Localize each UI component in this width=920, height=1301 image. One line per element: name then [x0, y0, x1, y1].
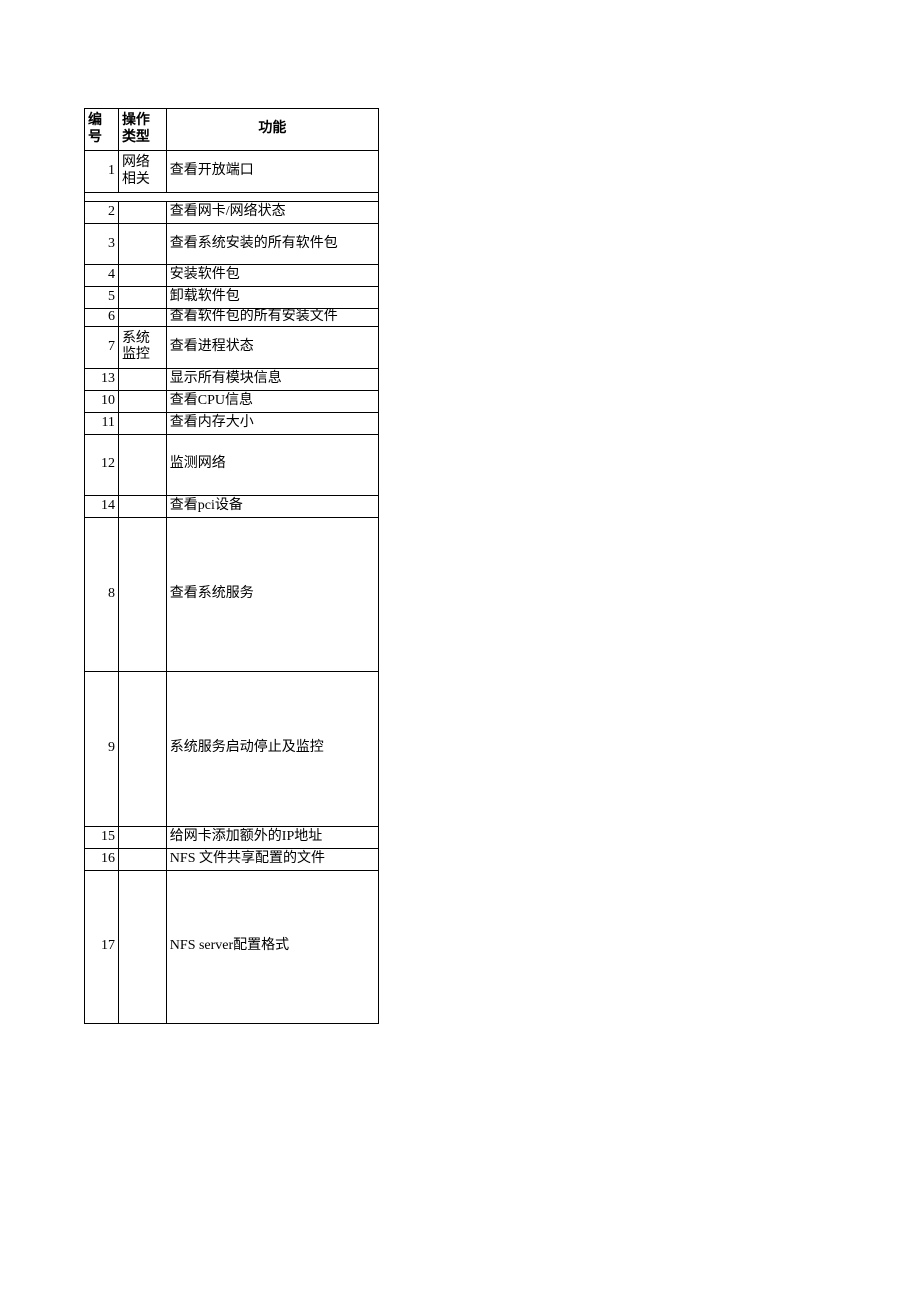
cell-num: 10 — [85, 390, 119, 412]
cell-type — [118, 202, 166, 224]
table-row: 11 查看内存大小 — [85, 412, 379, 434]
cell-type — [118, 434, 166, 495]
cell-func: 查看软件包的所有安装文件 — [166, 309, 378, 327]
cell-func: 查看网卡/网络状态 — [166, 202, 378, 224]
cell-type — [118, 870, 166, 1023]
table-row: 10 查看CPU信息 — [85, 390, 379, 412]
cell-type — [118, 412, 166, 434]
cell-num: 6 — [85, 309, 119, 327]
spacer-row — [85, 193, 379, 202]
cell-type — [118, 517, 166, 671]
cell-type — [118, 224, 166, 265]
table-row: 2 查看网卡/网络状态 — [85, 202, 379, 224]
cell-func: 给网卡添加额外的IP地址 — [166, 826, 378, 848]
table-row: 14 查看pci设备 — [85, 495, 379, 517]
cell-func: 查看进程状态 — [166, 326, 378, 368]
table-row: 7系统监控查看进程状态 — [85, 326, 379, 368]
cell-func: NFS server配置格式 — [166, 870, 378, 1023]
cell-func: 显示所有模块信息 — [166, 368, 378, 390]
cell-func: 查看系统安装的所有软件包 — [166, 224, 378, 265]
reference-table: 编号 操作类型 功能 1网络相关查看开放端口 2 查看网卡/网络状态 3 查看系统安装的… — [84, 108, 379, 1024]
table-row: 9 系统服务启动停止及监控 — [85, 671, 379, 826]
cell-func: 查看pci设备 — [166, 495, 378, 517]
table-row: 15 给网卡添加额外的IP地址 — [85, 826, 379, 848]
cell-func: 系统服务启动停止及监控 — [166, 671, 378, 826]
cell-num: 4 — [85, 265, 119, 287]
cell-type — [118, 309, 166, 327]
cell-type — [118, 848, 166, 870]
cell-func: 卸载软件包 — [166, 287, 378, 309]
table-row: 3 查看系统安装的所有软件包 — [85, 224, 379, 265]
cell-type — [118, 265, 166, 287]
table-row: 16 NFS 文件共享配置的文件 — [85, 848, 379, 870]
cell-func: NFS 文件共享配置的文件 — [166, 848, 378, 870]
table-row: 13 显示所有模块信息 — [85, 368, 379, 390]
table-row: 12 监测网络 — [85, 434, 379, 495]
cell-num: 15 — [85, 826, 119, 848]
cell-type: 系统监控 — [118, 326, 166, 368]
cell-type — [118, 368, 166, 390]
document-page: 编号 操作类型 功能 1网络相关查看开放端口 2 查看网卡/网络状态 3 查看系统安装的… — [0, 0, 920, 1301]
table-row: 8 查看系统服务 — [85, 517, 379, 671]
cell-func: 监测网络 — [166, 434, 378, 495]
table-body: 1网络相关查看开放端口 2 查看网卡/网络状态 3 查看系统安装的所有软件包 4 安装软件包… — [85, 151, 379, 1024]
table-row: 6 查看软件包的所有安装文件 — [85, 309, 379, 327]
cell-num: 12 — [85, 434, 119, 495]
cell-func: 查看CPU信息 — [166, 390, 378, 412]
cell-num: 2 — [85, 202, 119, 224]
cell-num: 7 — [85, 326, 119, 368]
cell-num: 17 — [85, 870, 119, 1023]
table-row: 17 NFS server配置格式 — [85, 870, 379, 1023]
table-row: 1网络相关查看开放端口 — [85, 151, 379, 193]
table-header-row: 编号 操作类型 功能 — [85, 109, 379, 151]
cell-func: 安装软件包 — [166, 265, 378, 287]
header-func: 功能 — [166, 109, 378, 151]
cell-type — [118, 671, 166, 826]
cell-func: 查看开放端口 — [166, 151, 378, 193]
cell-type — [118, 495, 166, 517]
cell-type — [118, 287, 166, 309]
cell-num: 9 — [85, 671, 119, 826]
header-type: 操作类型 — [118, 109, 166, 151]
cell-num: 14 — [85, 495, 119, 517]
table-row: 4 安装软件包 — [85, 265, 379, 287]
table-row: 5 卸载软件包 — [85, 287, 379, 309]
cell-func: 查看内存大小 — [166, 412, 378, 434]
cell-num: 5 — [85, 287, 119, 309]
cell-num: 16 — [85, 848, 119, 870]
cell-num: 13 — [85, 368, 119, 390]
cell-num: 11 — [85, 412, 119, 434]
header-num: 编号 — [85, 109, 119, 151]
cell-type — [118, 826, 166, 848]
cell-type — [118, 390, 166, 412]
spacer-cell — [85, 193, 379, 202]
cell-num: 8 — [85, 517, 119, 671]
cell-num: 3 — [85, 224, 119, 265]
cell-func: 查看系统服务 — [166, 517, 378, 671]
cell-num: 1 — [85, 151, 119, 193]
cell-type: 网络相关 — [118, 151, 166, 193]
